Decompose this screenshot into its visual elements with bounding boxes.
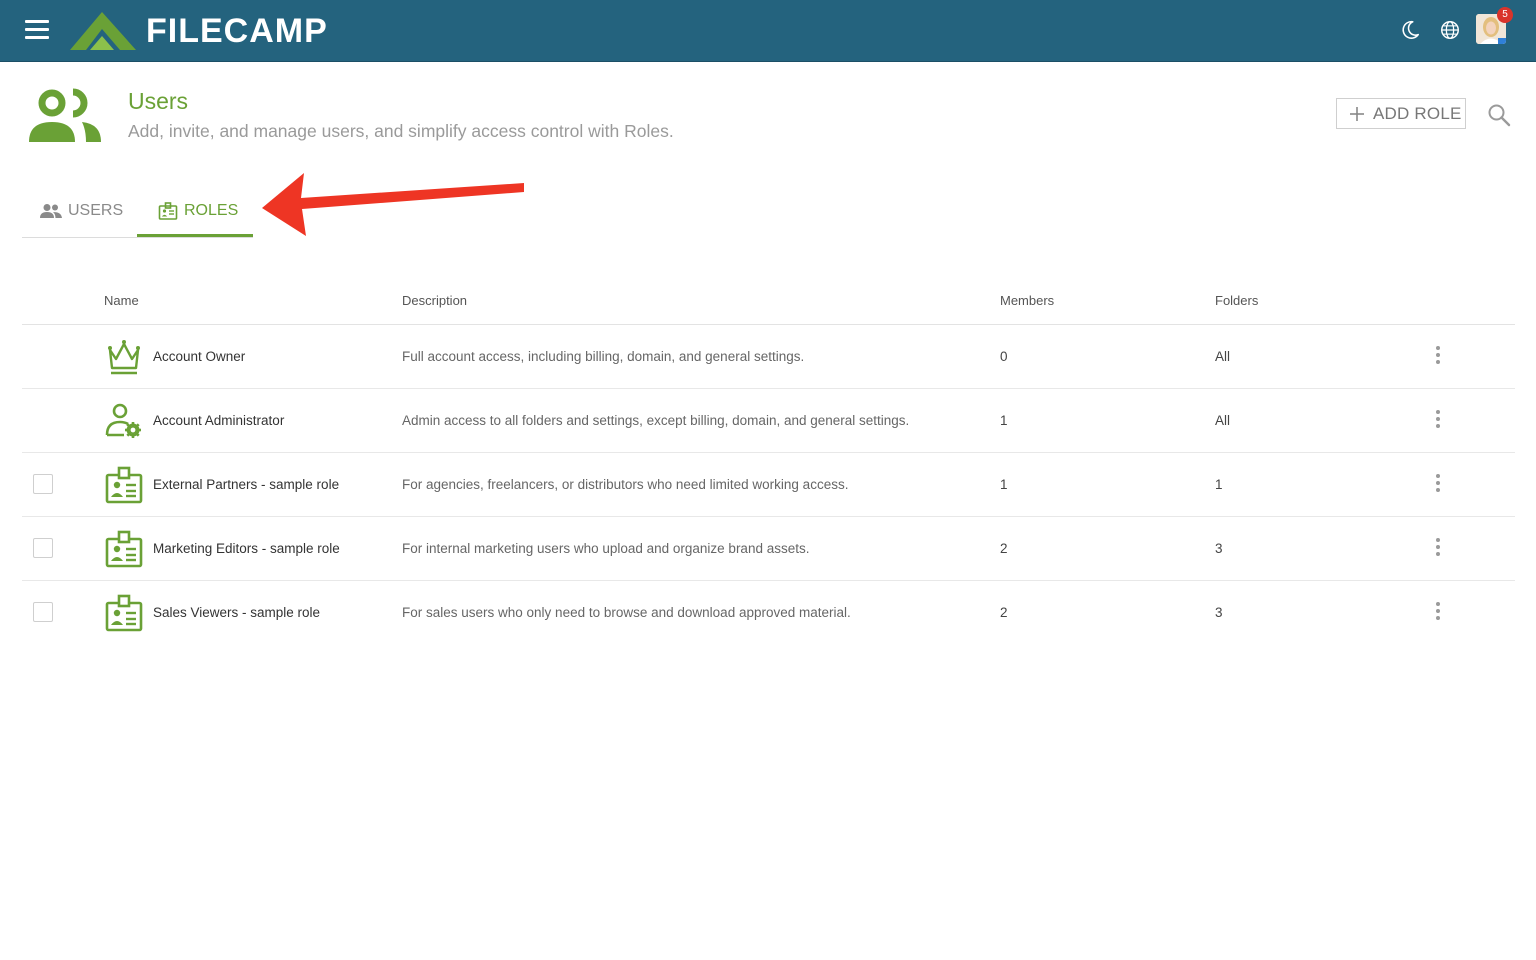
logo-mountain-icon (70, 12, 136, 50)
role-members: 1 (1000, 413, 1008, 428)
row-checkbox[interactable] (33, 538, 53, 558)
user-gear-icon (105, 403, 141, 438)
role-folders: 3 (1215, 605, 1223, 620)
language-globe-icon[interactable] (1439, 19, 1461, 41)
tab-users-label: USERS (68, 201, 124, 219)
search-icon[interactable] (1487, 103, 1511, 127)
column-header-members[interactable]: Members (1000, 293, 1054, 308)
table-row[interactable]: Account Owner Full account access, inclu… (22, 325, 1515, 389)
table-row[interactable]: External Partners - sample role For agen… (22, 453, 1515, 517)
role-description: Admin access to all folders and settings… (402, 413, 910, 428)
role-name[interactable]: Account Owner (153, 349, 245, 364)
role-folders: 1 (1215, 477, 1223, 492)
role-name[interactable]: Account Administrator (153, 413, 284, 428)
table-row[interactable]: Marketing Editors - sample role For inte… (22, 517, 1515, 581)
active-tab-indicator (137, 234, 253, 237)
plus-icon (1350, 106, 1364, 121)
dark-mode-moon-icon[interactable] (1399, 19, 1421, 41)
hamburger-menu-icon[interactable] (25, 20, 49, 40)
role-members: 0 (1000, 349, 1008, 364)
role-members: 2 (1000, 541, 1008, 556)
role-name[interactable]: Marketing Editors - sample role (153, 541, 340, 556)
annotation-arrow (262, 173, 524, 236)
column-header-description[interactable]: Description (402, 293, 467, 308)
top-bar: FILECAMP 5 (0, 0, 1536, 62)
role-name[interactable]: Sales Viewers - sample role (153, 605, 320, 620)
more-options-icon[interactable] (1432, 602, 1444, 622)
tab-users[interactable]: USERS (40, 185, 123, 236)
role-members: 2 (1000, 605, 1008, 620)
role-members: 1 (1000, 477, 1008, 492)
role-description: For internal marketing users who upload … (402, 541, 810, 556)
role-name[interactable]: External Partners - sample role (153, 477, 339, 492)
table-row[interactable]: Account Administrator Admin access to al… (22, 389, 1515, 453)
add-role-button[interactable]: ADD ROLE (1336, 98, 1466, 129)
column-header-folders[interactable]: Folders (1215, 293, 1258, 308)
role-description: For agencies, freelancers, or distributo… (402, 477, 849, 492)
notification-badge: 5 (1497, 7, 1513, 23)
more-options-icon[interactable] (1432, 474, 1444, 494)
badge-icon (105, 530, 143, 568)
role-folders: All (1215, 349, 1231, 364)
page-title: Users (128, 88, 189, 114)
column-header-name[interactable]: Name (104, 293, 139, 308)
tab-bar: USERS ROLES (22, 185, 253, 238)
roles-table: Name Description Members Folders Account… (22, 276, 1515, 644)
add-role-label: ADD ROLE (1373, 103, 1462, 123)
role-folders: 3 (1215, 541, 1223, 556)
tab-roles[interactable]: ROLES (158, 185, 238, 236)
crown-icon (108, 340, 140, 375)
more-options-icon[interactable] (1432, 346, 1444, 366)
page-subtitle: Add, invite, and manage users, and simpl… (128, 121, 674, 141)
badge-icon (105, 594, 143, 632)
row-checkbox[interactable] (33, 602, 53, 622)
users-header-icon (29, 88, 101, 142)
role-folders: All (1215, 413, 1231, 428)
table-header: Name Description Members Folders (22, 276, 1515, 325)
users-tab-icon (40, 203, 62, 218)
more-options-icon[interactable] (1432, 410, 1444, 430)
roles-badge-icon (158, 201, 178, 220)
role-description: Full account access, including billing, … (402, 349, 805, 364)
app-name: FILECAMP (146, 11, 328, 50)
role-description: For sales users who only need to browse … (402, 605, 851, 620)
row-checkbox[interactable] (33, 474, 53, 494)
filecamp-logo[interactable]: FILECAMP (68, 10, 328, 52)
more-options-icon[interactable] (1432, 538, 1444, 558)
badge-icon (105, 466, 143, 504)
table-row[interactable]: Sales Viewers - sample role For sales us… (22, 581, 1515, 644)
tab-roles-label: ROLES (184, 201, 239, 219)
